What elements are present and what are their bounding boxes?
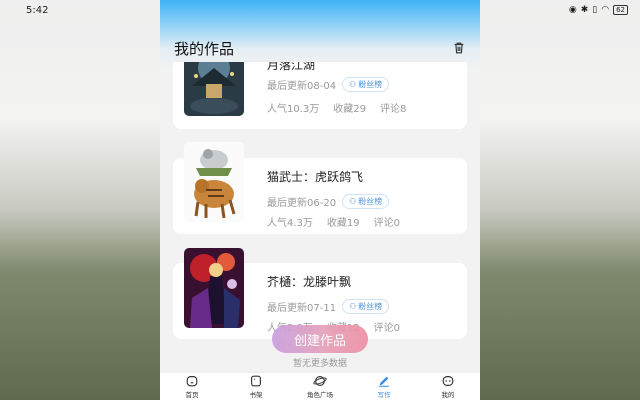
- work-meta: 最后更新07-11 ⚇ 粉丝榜: [267, 299, 390, 314]
- tab-label: 首页: [185, 391, 199, 399]
- work-favorites: 收藏29: [333, 104, 366, 115]
- no-more-data-label: 暂无更多数据: [292, 359, 347, 369]
- tab-character-plaza[interactable]: 角色广场: [294, 374, 346, 399]
- tab-write[interactable]: 写作: [358, 374, 410, 399]
- work-comments: 评论8: [380, 104, 407, 115]
- work-card[interactable]: 月落江湖 最后更新08-04 ⚇ 粉丝榜 人气10.3万 收藏29 评论8: [173, 62, 467, 129]
- app-screen: 我的作品 月落江湖 最后更新08-04 ⚇ 粉丝榜 人气10.3万 收藏29 评…: [160, 0, 480, 400]
- user-icon: ⚇: [349, 197, 357, 206]
- work-meta: 最后更新06-20 ⚇ 粉丝榜: [267, 194, 390, 209]
- work-title: 月落江湖: [267, 62, 316, 72]
- profile-icon: [442, 376, 454, 386]
- wifi-icon: ◠: [601, 5, 610, 15]
- work-stats: 人气10.3万 收藏29 评论8: [267, 100, 406, 115]
- work-favorites: 收藏19: [326, 218, 360, 229]
- work-comments: 评论0: [373, 323, 401, 334]
- user-icon: ⚇: [349, 80, 357, 89]
- bluetooth-icon: ✱: [580, 5, 589, 15]
- user-icon: ⚇: [349, 302, 357, 311]
- work-popularity: 人气10.3万: [267, 104, 320, 115]
- work-title: 猫武士：虎跃鸽飞: [267, 170, 364, 184]
- vibrate-icon: ▯: [592, 5, 598, 15]
- page-header: 我的作品: [160, 34, 480, 62]
- work-stats: 人气4.3万 收藏19 评论0: [267, 214, 400, 229]
- status-icons: ◉ ✱ ▯ ◠ 62: [569, 5, 628, 15]
- work-updated: 最后更新06-20: [267, 198, 337, 209]
- fan-ranking-label: 粉丝榜: [358, 302, 383, 311]
- work-card[interactable]: 猫武士：虎跃鸽飞 最后更新06-20 ⚇ 粉丝榜 人气4.3万 收藏19 评论0: [173, 142, 467, 234]
- work-meta: 最后更新08-04 ⚇ 粉丝榜: [267, 77, 390, 92]
- book-cover: [184, 142, 244, 222]
- battery-icon: 62: [613, 5, 628, 15]
- battery-level: 62: [616, 6, 625, 14]
- work-updated: 最后更新08-04: [267, 81, 337, 92]
- fan-ranking-label: 粉丝榜: [358, 197, 383, 206]
- background-left: [0, 0, 160, 400]
- tab-profile[interactable]: 我的: [422, 374, 474, 399]
- work-updated: 最后更新07-11: [267, 303, 337, 314]
- tab-bookshelf[interactable]: 书架: [230, 374, 282, 399]
- fan-ranking-button[interactable]: ⚇ 粉丝榜: [342, 77, 390, 92]
- fan-ranking-button[interactable]: ⚇ 粉丝榜: [342, 299, 390, 314]
- tab-home[interactable]: 首页: [166, 374, 218, 399]
- tab-label: 角色广场: [307, 391, 333, 399]
- status-time: 5:42: [26, 4, 49, 16]
- work-title: 芥樋：龙滕叶飘: [267, 275, 352, 289]
- book-cover: [184, 248, 244, 328]
- tab-label: 我的: [441, 391, 455, 399]
- create-work-button[interactable]: 创建作品: [272, 325, 368, 353]
- bookshelf-icon: [251, 375, 261, 387]
- pen-icon: [379, 376, 389, 387]
- eye-icon: ◉: [568, 5, 577, 15]
- status-bar: 5:42 ◉ ✱ ▯ ◠ 62: [0, 0, 640, 20]
- bottom-tab-bar: 首页 书架 角色广场 写作 我的: [160, 372, 480, 400]
- page-title: 我的作品: [174, 39, 235, 58]
- background-right: [480, 0, 640, 400]
- trash-icon[interactable]: [452, 41, 466, 55]
- work-popularity: 人气4.3万: [267, 218, 313, 229]
- planet-icon: [313, 376, 327, 386]
- tab-label: 写作: [377, 391, 391, 399]
- work-comments: 评论0: [373, 218, 401, 229]
- home-icon: [186, 376, 198, 387]
- fan-ranking-button[interactable]: ⚇ 粉丝榜: [342, 194, 390, 209]
- book-cover: [184, 62, 244, 116]
- tab-label: 书架: [249, 391, 263, 399]
- fan-ranking-label: 粉丝榜: [358, 80, 383, 89]
